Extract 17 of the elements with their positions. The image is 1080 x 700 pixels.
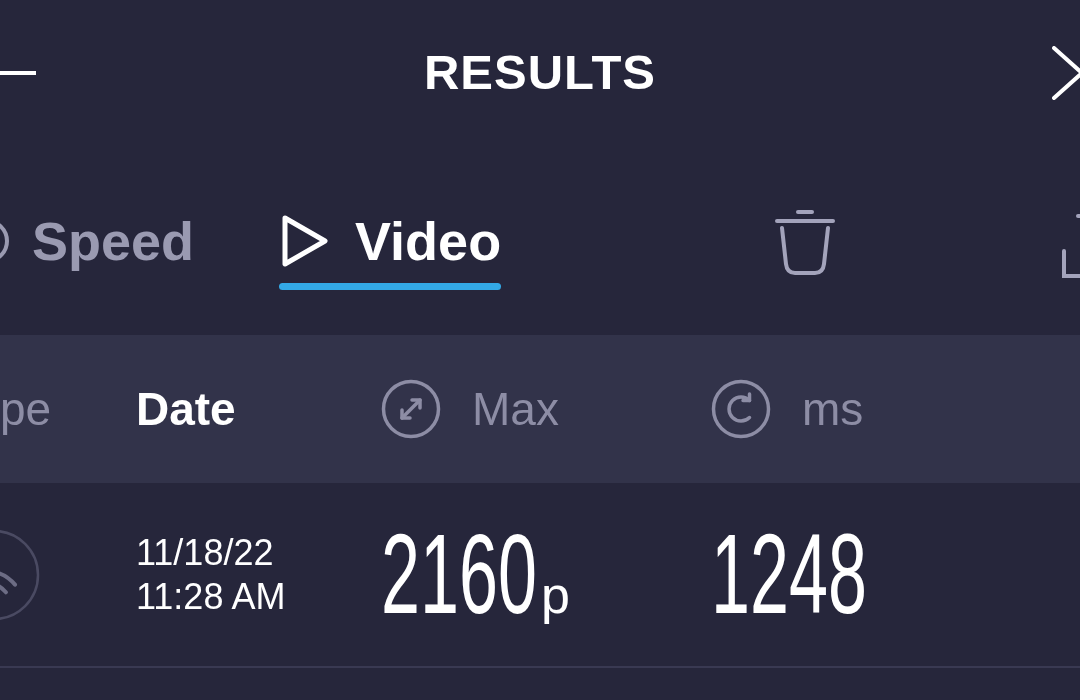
wifi-icon <box>0 528 40 621</box>
ms-value: 1248 <box>711 518 867 631</box>
column-header[interactable]: Date <box>136 386 236 432</box>
dash-icon[interactable] <box>0 70 36 75</box>
column-header[interactable]: Max <box>381 379 559 439</box>
tab[interactable]: Speed <box>0 210 195 290</box>
diagonal-arrows-icon <box>381 379 441 439</box>
max-value: 2160 <box>381 518 537 631</box>
date-text: 11/18/22 <box>136 530 274 575</box>
time-text: 11:28 AM <box>136 574 286 619</box>
tab[interactable]: Video <box>275 210 506 290</box>
column-header[interactable]: ms <box>711 379 864 439</box>
chevron-right-icon[interactable] <box>1052 45 1080 100</box>
trash-icon[interactable] <box>774 209 836 276</box>
tray-icon[interactable] <box>1062 213 1080 279</box>
refresh-icon <box>711 379 771 439</box>
screen-title: RESULTS <box>423 48 656 97</box>
